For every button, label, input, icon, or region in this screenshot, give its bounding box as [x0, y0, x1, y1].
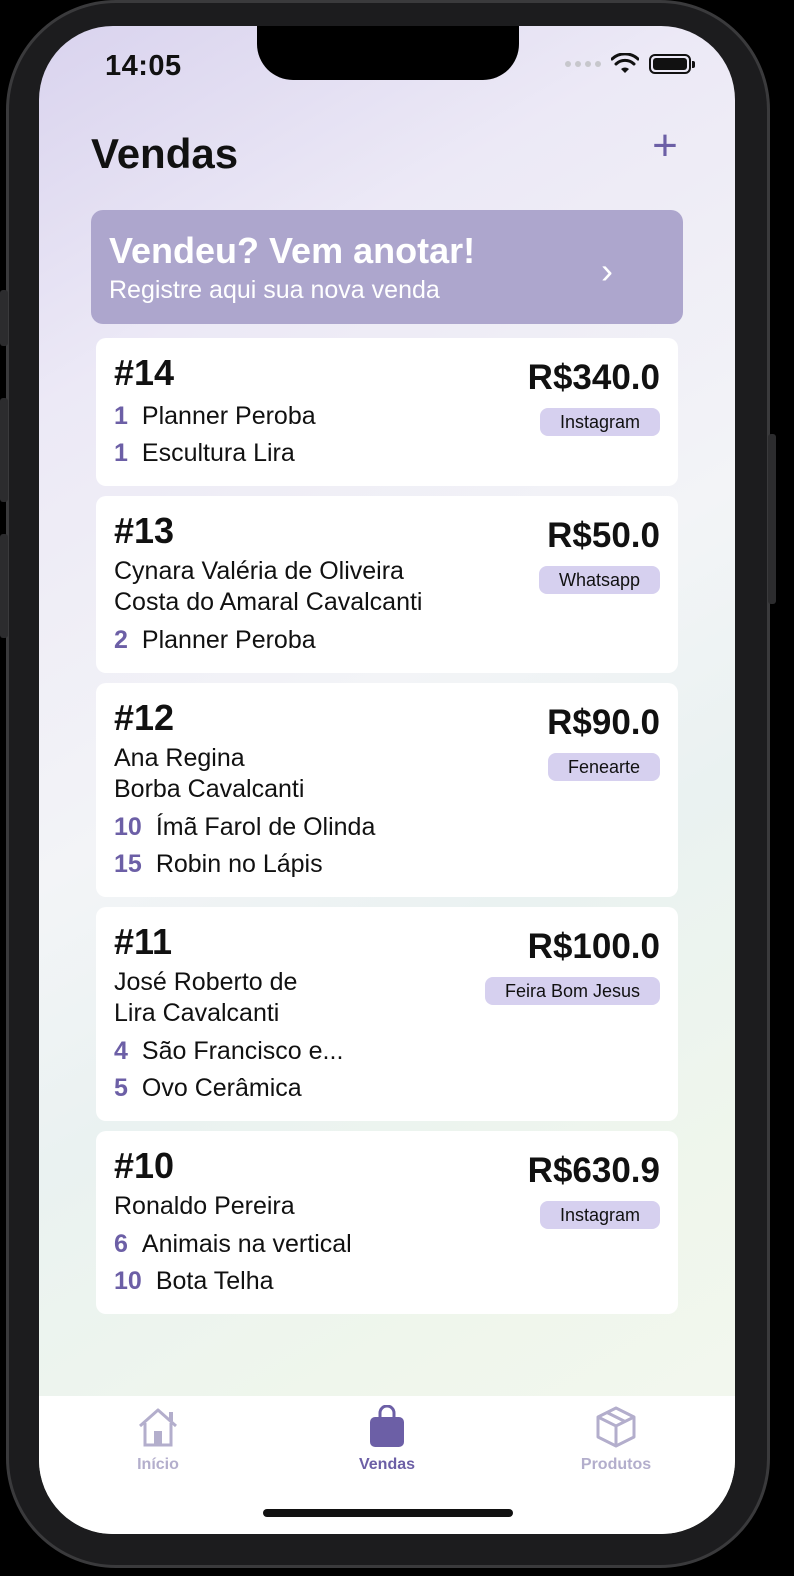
item-quantity: 4 — [114, 1037, 128, 1065]
channel-badge: Feira Bom Jesus — [484, 977, 660, 1005]
sale-card[interactable]: #10 Ronaldo Pereira 6 Animais na vertical… — [96, 1131, 678, 1314]
chevron-right-icon: › — [601, 250, 613, 291]
item-quantity: 1 — [114, 402, 128, 430]
item-name: Animais na vertical — [141, 1230, 352, 1258]
box-icon — [592, 1404, 640, 1450]
channel-badge: Whatsapp — [538, 566, 660, 594]
sale-item: 15 Robin no Lápis — [114, 850, 660, 879]
side-button — [0, 290, 8, 346]
side-button — [0, 534, 8, 638]
banner-title: Vendeu? Vem anotar! — [109, 230, 476, 271]
sale-card[interactable]: #11 José Roberto de Lira Cavalcanti 4 São… — [96, 907, 678, 1121]
banner-subtitle: Registre aqui sua nova venda — [109, 276, 440, 304]
sale-item: 2 Planner Peroba — [114, 626, 660, 655]
item-quantity: 10 — [114, 813, 142, 841]
sale-card[interactable]: #14 1 Planner Peroba 1 Escultura Lira R$… — [96, 338, 678, 486]
sale-price: R$630.9 — [527, 1151, 660, 1190]
tab-label: Vendas — [358, 1456, 416, 1473]
add-sale-button[interactable]: + — [647, 124, 683, 168]
channel-badge: Instagram — [539, 408, 660, 436]
house-icon — [134, 1404, 182, 1450]
battery-icon — [649, 54, 695, 74]
item-name: Planner Peroba — [141, 626, 316, 654]
signal-icon — [565, 61, 601, 67]
tab-produtos[interactable]: Produtos — [561, 1404, 671, 1534]
item-quantity: 1 — [114, 439, 128, 467]
home-indicator — [263, 1509, 513, 1517]
notch — [257, 26, 519, 80]
status-icons — [565, 53, 695, 75]
side-button — [768, 434, 776, 604]
bag-icon — [363, 1404, 411, 1450]
item-name: Ímã Farol de Olinda — [155, 813, 376, 841]
sale-item: 10 Bota Telha — [114, 1267, 660, 1296]
side-button — [0, 398, 8, 502]
sale-item: 10 Ímã Farol de Olinda — [114, 813, 660, 842]
item-name: São Francisco e... — [141, 1037, 344, 1065]
sales-list[interactable]: #14 1 Planner Peroba 1 Escultura Lira R$… — [96, 338, 678, 1396]
sale-price: R$100.0 — [527, 927, 660, 966]
tab-inicio[interactable]: Início — [103, 1404, 213, 1534]
channel-badge: Instagram — [539, 1201, 660, 1229]
item-name: Robin no Lápis — [155, 850, 323, 878]
item-name: Ovo Cerâmica — [141, 1074, 302, 1102]
tab-label: Produtos — [580, 1456, 652, 1473]
item-quantity: 2 — [114, 626, 128, 654]
sale-card[interactable]: #13 Cynara Valéria de Oliveira Costa do A… — [96, 496, 678, 673]
channel-badge: Fenearte — [547, 753, 660, 781]
item-quantity: 10 — [114, 1267, 142, 1295]
sale-item: 4 São Francisco e... — [114, 1037, 660, 1066]
status-time: 14:05 — [105, 50, 182, 82]
sale-price: R$50.0 — [547, 516, 660, 555]
app-screen: 14:05 Vendas + Vendeu? Vem anotar! Regis… — [39, 26, 735, 1534]
item-quantity: 6 — [114, 1230, 128, 1258]
tab-label: Início — [137, 1456, 179, 1473]
item-quantity: 5 — [114, 1074, 128, 1102]
item-name: Bota Telha — [155, 1267, 274, 1295]
item-name: Planner Peroba — [141, 402, 316, 430]
sale-item: 5 Ovo Cerâmica — [114, 1074, 660, 1103]
item-quantity: 15 — [114, 850, 142, 878]
item-name: Escultura Lira — [141, 439, 295, 467]
sale-item: 1 Escultura Lira — [114, 439, 660, 468]
wifi-icon — [611, 53, 639, 73]
new-sale-banner[interactable]: Vendeu? Vem anotar! Registre aqui sua no… — [91, 210, 683, 324]
sale-card[interactable]: #12 Ana Regina Borba Cavalcanti 10 Ímã Fa… — [96, 683, 678, 897]
sale-price: R$340.0 — [527, 358, 660, 397]
page-title: Vendas — [91, 130, 239, 177]
sale-item: 6 Animais na vertical — [114, 1230, 660, 1259]
sale-price: R$90.0 — [547, 703, 660, 742]
